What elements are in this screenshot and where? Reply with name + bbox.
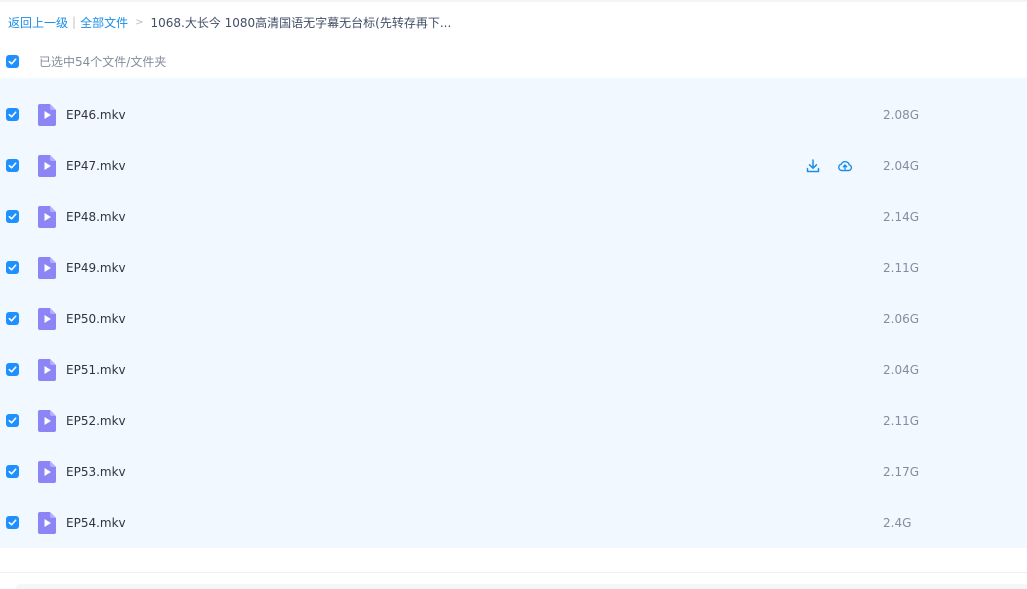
selection-count-label: 已选中54个文件/文件夹: [39, 54, 167, 69]
file-checkbox[interactable]: [6, 413, 19, 427]
file-name[interactable]: EP51.mkv: [66, 362, 126, 378]
file-name[interactable]: EP50.mkv: [66, 311, 126, 327]
select-all-checkbox[interactable]: [6, 54, 19, 68]
check-icon: [8, 365, 17, 373]
file-size: 2.14G: [883, 209, 920, 224]
file-row[interactable]: EP51.mkv 2.04G: [0, 344, 1027, 395]
file-row[interactable]: EP49.mkv 2.11G: [0, 242, 1027, 293]
file-checkbox[interactable]: [6, 209, 19, 223]
check-icon: [8, 161, 17, 169]
all-files-link[interactable]: 全部文件: [80, 14, 128, 31]
video-file-icon: [38, 511, 56, 534]
file-name[interactable]: EP54.mkv: [66, 515, 126, 531]
file-name[interactable]: EP46.mkv: [66, 107, 126, 123]
file-row[interactable]: EP50.mkv 2.06G: [0, 293, 1027, 344]
check-icon: [8, 57, 17, 65]
selection-bar: 已选中54个文件/文件夹: [0, 48, 1027, 74]
breadcrumb: 返回上一级 | 全部文件 > 1068.大长今 1080高清国语无字幕无台标(先…: [8, 12, 451, 32]
breadcrumb-separator: |: [72, 15, 77, 29]
check-icon: [8, 110, 17, 118]
file-size: 2.04G: [883, 362, 920, 377]
file-checkbox[interactable]: [6, 464, 19, 478]
cloud-upload-icon: [838, 160, 853, 171]
file-size: 2.04G: [883, 158, 920, 173]
file-row[interactable]: EP48.mkv 2.14G: [0, 191, 1027, 242]
back-link[interactable]: 返回上一级: [8, 14, 68, 31]
download-button[interactable]: [805, 158, 821, 174]
video-file-icon: [38, 460, 56, 483]
check-icon: [8, 212, 17, 220]
file-row[interactable]: EP46.mkv 2.08G: [0, 89, 1027, 140]
file-row[interactable]: EP53.mkv 2.17G: [0, 446, 1027, 497]
current-folder-name: 1068.大长今 1080高清国语无字幕无台标(先转存再下...: [150, 15, 452, 30]
file-size: 2.06G: [883, 311, 920, 326]
file-checkbox[interactable]: [6, 362, 19, 376]
file-checkbox[interactable]: [6, 515, 19, 529]
file-checkbox[interactable]: [6, 107, 19, 121]
top-divider: [0, 0, 1027, 2]
bottom-divider: [0, 572, 1027, 573]
video-file-icon: [38, 307, 56, 330]
check-icon: [8, 416, 17, 424]
video-file-icon: [38, 103, 56, 126]
check-icon: [8, 263, 17, 271]
file-size: 2.11G: [883, 260, 920, 275]
download-icon: [806, 158, 820, 172]
file-name[interactable]: EP49.mkv: [66, 260, 126, 276]
check-icon: [8, 314, 17, 322]
check-icon: [8, 518, 17, 526]
video-file-icon: [38, 358, 56, 381]
video-file-icon: [38, 154, 56, 177]
file-row[interactable]: EP52.mkv 2.11G: [0, 395, 1027, 446]
video-file-icon: [38, 409, 56, 432]
file-list: EP46.mkv 2.08G EP47.mkv 2.04G EP48.mkv 2…: [0, 78, 1027, 548]
video-file-icon: [38, 205, 56, 228]
file-name[interactable]: EP53.mkv: [66, 464, 126, 480]
breadcrumb-arrow-icon: >: [135, 16, 144, 28]
file-size: 2.08G: [883, 107, 920, 122]
file-size: 2.11G: [883, 413, 920, 428]
file-name[interactable]: EP47.mkv: [66, 158, 126, 174]
file-name[interactable]: EP52.mkv: [66, 413, 126, 429]
file-checkbox[interactable]: [6, 158, 19, 172]
file-size: 2.4G: [883, 515, 912, 530]
file-row[interactable]: EP54.mkv 2.4G: [0, 497, 1027, 548]
save-to-cloud-button[interactable]: [837, 158, 853, 174]
file-name[interactable]: EP48.mkv: [66, 209, 126, 225]
file-checkbox[interactable]: [6, 260, 19, 274]
video-file-icon: [38, 256, 56, 279]
file-checkbox[interactable]: [6, 311, 19, 325]
file-size: 2.17G: [883, 464, 920, 479]
check-icon: [8, 467, 17, 475]
bottom-toolbar: [16, 584, 1027, 589]
file-row[interactable]: EP47.mkv 2.04G: [0, 140, 1027, 191]
